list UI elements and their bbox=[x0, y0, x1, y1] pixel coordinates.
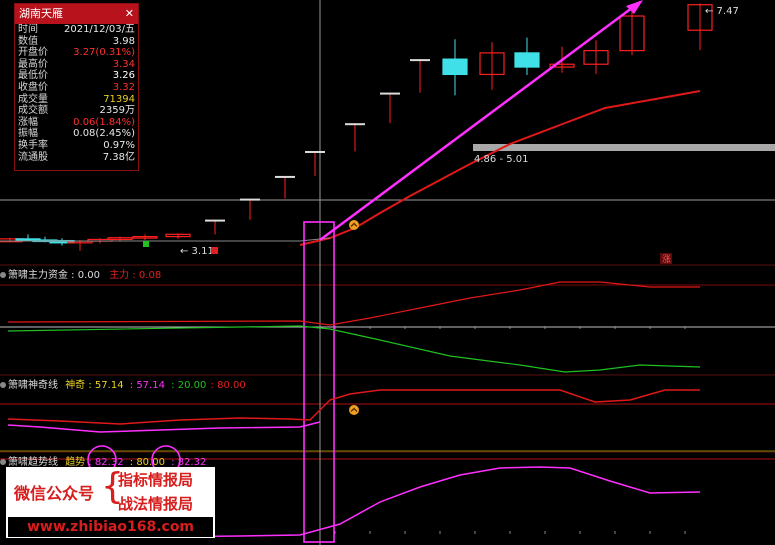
info-row: 成交量 71394 bbox=[15, 94, 138, 106]
candle-limit-up bbox=[410, 59, 430, 62]
stock-name: 湖南天雁 bbox=[19, 7, 63, 20]
info-key: 成交额 bbox=[18, 105, 48, 117]
overlay-right-text-2: 战法情报局 bbox=[118, 495, 194, 513]
quote-info-panel: 湖南天雁 ✕ 时间 2021/12/03/五数值 3.98 开盘价 3.27(0.31%… bbox=[14, 3, 139, 171]
candle-limit-up bbox=[345, 123, 365, 126]
signal-up-icon bbox=[349, 220, 359, 230]
trend-arrow bbox=[319, 0, 641, 242]
indicator-dot-icon[interactable] bbox=[0, 382, 6, 388]
main-force-line bbox=[7, 281, 700, 326]
highlight-box bbox=[303, 221, 335, 543]
info-row: 时间 2021/12/03/五 bbox=[15, 24, 138, 36]
support-bar bbox=[473, 144, 775, 151]
info-row: 开盘价 3.27(0.31%) bbox=[15, 47, 138, 59]
buy-marker-icon bbox=[143, 241, 149, 247]
candle-body bbox=[514, 52, 540, 68]
info-key: 换手率 bbox=[18, 139, 48, 151]
info-rows: 时间 2021/12/03/五数值 3.98 开盘价 3.27(0.31%) 最高价 3.3… bbox=[15, 24, 138, 163]
magic-magenta-line bbox=[7, 421, 321, 433]
candle-limit-up bbox=[275, 175, 295, 178]
info-key: 流通股 bbox=[18, 151, 48, 163]
indicator2-title[interactable]: 箫啸神奇线 神奇 : 57.14 : 57.14 : 20.00 : 80.00 bbox=[0, 376, 246, 391]
info-key: 成交量 bbox=[18, 93, 48, 105]
ma-line bbox=[299, 90, 701, 246]
rise-tag: 涨 bbox=[662, 254, 671, 265]
info-row: 成交额 2359万 bbox=[15, 105, 138, 117]
range-label: 4.86 - 5.01 bbox=[474, 154, 529, 165]
info-key: 涨幅 bbox=[18, 116, 38, 128]
info-row: 涨幅 0.06(1.84%) bbox=[15, 117, 138, 129]
indicator1-title[interactable]: 箫啸主力资金 : 0.00 主力 : 0.08 bbox=[0, 266, 161, 281]
indicator-dot-icon[interactable] bbox=[0, 272, 6, 278]
candle-limit-up bbox=[240, 198, 260, 201]
info-value: 3.98 bbox=[112, 35, 135, 47]
info-row: 数值 3.98 bbox=[15, 36, 138, 48]
close-icon[interactable]: ✕ bbox=[125, 4, 134, 24]
info-value: 3.34 bbox=[112, 58, 135, 70]
info-row: 流通股 7.38亿 bbox=[15, 152, 138, 164]
info-key: 数值 bbox=[18, 35, 38, 47]
info-value: 3.27(0.31%) bbox=[73, 47, 135, 59]
info-value: 2021/12/03/五 bbox=[63, 24, 135, 35]
overlay-right-text-1: 指标情报局 bbox=[118, 471, 194, 489]
info-key: 最高价 bbox=[18, 58, 48, 70]
info-value: 3.26 bbox=[112, 70, 135, 82]
info-key: 振幅 bbox=[18, 128, 38, 140]
low-price-label: ← 3.11 bbox=[180, 246, 214, 257]
candle-limit-up bbox=[205, 219, 225, 222]
info-value: 0.08(2.45%) bbox=[73, 128, 135, 140]
overlay-url: www.zhibiao168.com bbox=[8, 517, 213, 537]
info-value: 3.32 bbox=[112, 81, 135, 93]
info-key: 收盘价 bbox=[18, 81, 48, 93]
info-value: 0.97% bbox=[103, 139, 135, 151]
indicator-dot-icon[interactable] bbox=[0, 459, 6, 465]
candle-limit-up bbox=[380, 92, 400, 95]
panel-title: 湖南天雁 ✕ bbox=[15, 4, 138, 24]
main-force-green-line bbox=[7, 325, 701, 373]
info-key: 开盘价 bbox=[18, 47, 48, 59]
candle-body bbox=[442, 58, 468, 76]
high-price-label: ← 7.47 bbox=[705, 6, 739, 17]
info-key: 最低价 bbox=[18, 70, 48, 82]
signal-up-icon bbox=[349, 405, 359, 415]
info-value: 2359万 bbox=[99, 105, 135, 117]
overlay-left-text: 微信公众号 bbox=[14, 484, 95, 503]
info-row: 最高价 3.34 bbox=[15, 59, 138, 71]
info-value: 71394 bbox=[103, 93, 135, 105]
candle-limit-up bbox=[305, 150, 325, 153]
info-row: 换手率 0.97% bbox=[15, 140, 138, 152]
watermark-overlay: 微信公众号 { 指标情报局 战法情报局 www.zhibiao168.com bbox=[6, 467, 215, 538]
info-row: 收盘价 3.32 bbox=[15, 82, 138, 94]
info-row: 最低价 3.26 bbox=[15, 70, 138, 82]
sell-marker-icon bbox=[211, 247, 218, 254]
info-row: 振幅 0.08(2.45%) bbox=[15, 128, 138, 140]
info-value: 7.38亿 bbox=[102, 151, 135, 163]
info-value: 0.06(1.84%) bbox=[73, 116, 135, 128]
info-key: 时间 bbox=[18, 24, 38, 35]
